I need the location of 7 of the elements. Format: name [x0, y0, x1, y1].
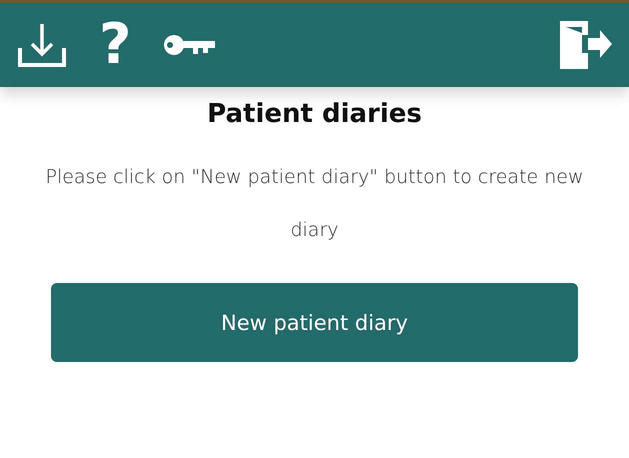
download-icon[interactable] — [17, 22, 67, 68]
new-diary-button[interactable]: New patient diary — [51, 283, 578, 362]
page-title: Patient diaries — [207, 99, 422, 129]
key-icon[interactable] — [163, 33, 218, 57]
help-button[interactable]: ? — [99, 17, 132, 73]
instruction-text: Please click on "New patient diary" button to create new diary — [44, 165, 585, 243]
exit-icon[interactable] — [558, 19, 614, 71]
